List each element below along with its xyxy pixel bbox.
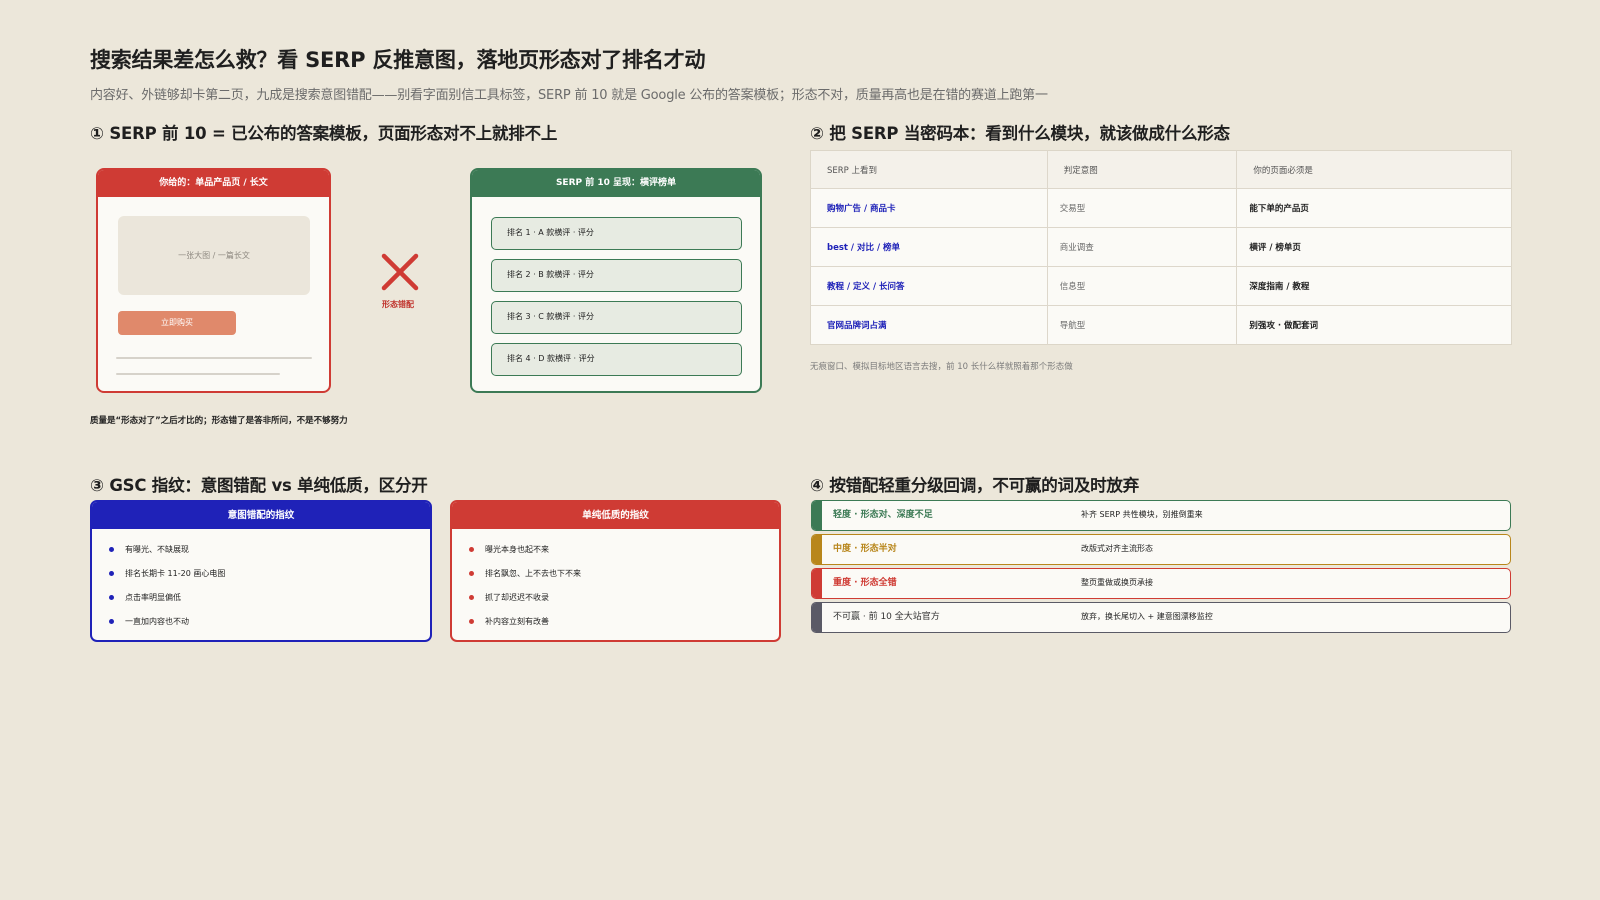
table-row: 官网品牌词占满 导航型 别强攻 · 做配套词 xyxy=(810,305,1512,345)
table-row: best / 对比 / 榜单 商业调查 横评 / 榜单页 xyxy=(810,227,1512,267)
page-form-cell: 别强攻 · 做配套词 xyxy=(1236,305,1512,345)
mismatch-label: 形态错配 xyxy=(382,300,414,309)
intent-cell: 商业调查 xyxy=(1046,227,1237,267)
section1-note: 质量是“形态对了”之后才比的；形态错了是答非所问，不是不够努力 xyxy=(90,416,348,426)
page-subtitle: 内容好、外链够却卡第二页，九成是搜索意图错配——别看字面别信工具标签，SERP … xyxy=(90,88,1048,103)
serp-intent-table: SERP 上看到 判定意图 你的页面必须是 购物广告 / 商品卡 交易型 能下单… xyxy=(810,150,1512,345)
intent-cell: 交易型 xyxy=(1046,188,1237,228)
list-item: 排名长期卡 11-20 画心电图 xyxy=(109,562,430,586)
list-item: 一直加内容也不动 xyxy=(109,610,430,634)
level-color-bar xyxy=(812,501,822,530)
your-page-card: 你给的：单品产品页 / 长文 一张大图 / 一篇长文 立即购买 xyxy=(96,168,331,393)
level-action: 改版式对齐主流形态 xyxy=(1081,544,1153,553)
intent-cell: 信息型 xyxy=(1046,266,1237,306)
card-title: 单纯低质的指纹 xyxy=(452,502,779,529)
level-row-severe: 重度 · 形态全错 整页重做或换页承接 xyxy=(811,568,1511,599)
serp-signal-cell: best / 对比 / 榜单 xyxy=(810,227,1048,267)
rank-item: 排名 1 · A 款横评 · 评分 xyxy=(491,217,742,250)
intent-cell: 导航型 xyxy=(1046,305,1237,345)
section2-note: 无痕窗口、模拟目标地区语言去搜，前 10 长什么样就照着那个形态做 xyxy=(810,362,1073,372)
page-title: 搜索结果差怎么救？看 SERP 反推意图，落地页形态对了排名才动 xyxy=(90,48,706,72)
page-form-cell: 能下单的产品页 xyxy=(1236,188,1512,228)
section2-heading: ② 把 SERP 当密码本：看到什么模块，就该做成什么形态 xyxy=(810,124,1230,143)
level-name: 轻度 · 形态对、深度不足 xyxy=(833,510,933,520)
table-row: 教程 / 定义 / 长问答 信息型 深度指南 / 教程 xyxy=(810,266,1512,306)
level-name: 中度 · 形态半对 xyxy=(833,544,897,554)
fingerprint-list: 曝光本身也起不来 排名飘忽、上不去也下不来 抓了却迟迟不收录 补内容立刻有改善 xyxy=(452,529,779,634)
serp-signal-cell: 教程 / 定义 / 长问答 xyxy=(810,266,1048,306)
rank-item: 排名 4 · D 款横评 · 评分 xyxy=(491,343,742,376)
list-item: 有曝光、不缺展现 xyxy=(109,538,430,562)
mismatch-cross-icon xyxy=(381,253,419,291)
text-line xyxy=(116,373,280,375)
level-action: 补齐 SERP 共性模块，别推倒重来 xyxy=(1081,510,1203,519)
rank-item: 排名 3 · C 款横评 · 评分 xyxy=(491,301,742,334)
list-item: 曝光本身也起不来 xyxy=(469,538,779,562)
list-item: 抓了却迟迟不收录 xyxy=(469,586,779,610)
table-header-row: SERP 上看到 判定意图 你的页面必须是 xyxy=(810,150,1512,189)
page-form-cell: 横评 / 榜单页 xyxy=(1236,227,1512,267)
text-line xyxy=(116,357,312,359)
intent-mismatch-card: 意图错配的指纹 有曝光、不缺展现 排名长期卡 11-20 画心电图 点击率明显偏… xyxy=(90,500,432,642)
low-quality-card: 单纯低质的指纹 曝光本身也起不来 排名飘忽、上不去也下不来 抓了却迟迟不收录 补… xyxy=(450,500,781,642)
section1-heading: ① SERP 前 10 = 已公布的答案模板，页面形态对不上就排不上 xyxy=(90,124,558,143)
level-color-bar xyxy=(812,569,822,598)
rank-item: 排名 2 · B 款横评 · 评分 xyxy=(491,259,742,292)
your-page-label: 你给的：单品产品页 / 长文 xyxy=(98,170,329,197)
section4-heading: ④ 按错配轻重分级回调，不可赢的词及时放弃 xyxy=(810,476,1140,495)
list-item: 补内容立刻有改善 xyxy=(469,610,779,634)
section3-heading: ③ GSC 指纹：意图错配 vs 单纯低质，区分开 xyxy=(90,476,428,495)
column-header: 判定意图 xyxy=(1046,150,1237,189)
serp-signal-cell: 购物广告 / 商品卡 xyxy=(810,188,1048,228)
level-color-bar xyxy=(812,603,822,632)
column-header: 你的页面必须是 xyxy=(1236,150,1512,189)
list-item: 点击率明显偏低 xyxy=(109,586,430,610)
serp-signal-cell: 官网品牌词占满 xyxy=(810,305,1048,345)
level-name: 不可赢 · 前 10 全大站官方 xyxy=(833,612,940,622)
level-action: 放弃，换长尾切入 + 建意图漂移监控 xyxy=(1081,612,1213,621)
level-color-bar xyxy=(812,535,822,564)
fingerprint-list: 有曝光、不缺展现 排名长期卡 11-20 画心电图 点击率明显偏低 一直加内容也… xyxy=(92,529,430,634)
serp-label: SERP 前 10 呈现：横评榜单 xyxy=(472,170,760,197)
table-row: 购物广告 / 商品卡 交易型 能下单的产品页 xyxy=(810,188,1512,228)
level-row-mild: 轻度 · 形态对、深度不足 补齐 SERP 共性模块，别推倒重来 xyxy=(811,500,1511,531)
card-title: 意图错配的指纹 xyxy=(92,502,430,529)
buy-now-button: 立即购买 xyxy=(118,311,236,335)
level-action: 整页重做或换页承接 xyxy=(1081,578,1153,587)
list-item: 排名飘忽、上不去也下不来 xyxy=(469,562,779,586)
level-name: 重度 · 形态全错 xyxy=(833,578,897,588)
image-placeholder: 一张大图 / 一篇长文 xyxy=(118,216,310,295)
level-row-unwinnable: 不可赢 · 前 10 全大站官方 放弃，换长尾切入 + 建意图漂移监控 xyxy=(811,602,1511,633)
serp-card: SERP 前 10 呈现：横评榜单 排名 1 · A 款横评 · 评分 排名 2… xyxy=(470,168,762,393)
column-header: SERP 上看到 xyxy=(810,150,1048,189)
level-row-moderate: 中度 · 形态半对 改版式对齐主流形态 xyxy=(811,534,1511,565)
page-form-cell: 深度指南 / 教程 xyxy=(1236,266,1512,306)
